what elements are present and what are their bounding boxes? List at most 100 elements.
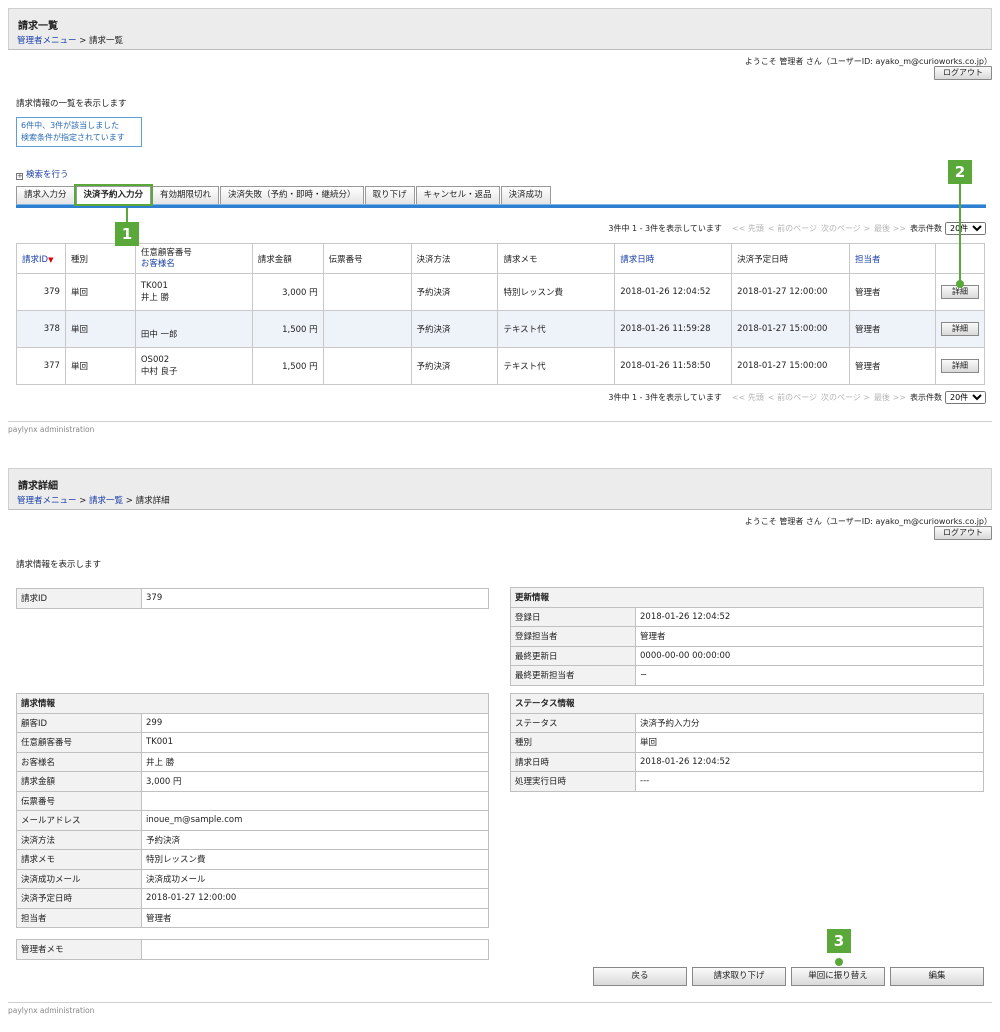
tab-expired[interactable]: 有効期限切れ xyxy=(152,186,220,204)
col-staff[interactable]: 担当者 xyxy=(849,243,936,274)
info-value: 379 xyxy=(141,588,489,609)
withdraw-button[interactable]: 請求取り下げ xyxy=(692,967,786,986)
tab-scheduled-payment[interactable]: 決済予約入力分 xyxy=(75,186,152,204)
breadcrumb-admin-menu-link[interactable]: 管理者メニュー xyxy=(17,36,77,46)
search-result-notice: 6件中、3件が該当しました 検索条件が指定されています xyxy=(16,117,142,147)
intro-text: 請求情報の一覧を表示します xyxy=(16,99,127,109)
cell-method: 予約決済 xyxy=(410,347,499,385)
cell-id: 377 xyxy=(16,347,66,385)
action-buttons: 戻る 請求取り下げ 単回に振り替え 編集 xyxy=(588,967,984,986)
breadcrumb-separator: > xyxy=(76,36,90,46)
info-row: お客様名 井上 勝 xyxy=(16,751,489,772)
info-row: 登録日 2018-01-26 12:04:52 xyxy=(510,606,984,627)
info-row: 決済成功メール 決済成功メール xyxy=(16,868,489,889)
per-page-select[interactable]: 20件 xyxy=(945,391,986,404)
switch-to-single-button[interactable]: 単回に振り替え xyxy=(791,967,885,986)
col-date[interactable]: 請求日時 xyxy=(614,243,733,274)
tab-billing-input[interactable]: 請求入力分 xyxy=(16,186,75,204)
col-type: 種別 xyxy=(64,243,136,274)
edit-button[interactable]: 編集 xyxy=(890,967,984,986)
pager-summary: 3件中 1 - 3件を表示しています xyxy=(608,224,722,233)
section-heading: 更新情報 xyxy=(510,587,984,608)
cell-id: 378 xyxy=(16,310,66,348)
marker-1-badge: 1 xyxy=(115,222,139,246)
col-method: 決済方法 xyxy=(410,243,499,274)
breadcrumb: 管理者メニュー > 請求一覧 > 請求詳細 xyxy=(8,496,992,510)
cell-id: 379 xyxy=(16,273,66,311)
info-row: 請求金額 3,000 円 xyxy=(16,771,489,792)
pager-last: 最後 >> xyxy=(874,393,906,402)
per-page-label: 表示件数 xyxy=(910,393,942,402)
pager-next: 次のページ > xyxy=(820,393,871,402)
pager-first: << 先頭 xyxy=(731,393,764,402)
breadcrumb-current: 請求詳細 xyxy=(135,496,170,506)
info-row: 決済予定日時 2018-01-27 12:00:00 xyxy=(16,888,489,909)
marker-2-badge: 2 xyxy=(948,160,972,184)
page-title: 請求一覧 xyxy=(18,21,58,32)
cell-type: 単回 xyxy=(64,310,136,348)
detail-button[interactable]: 詳細 xyxy=(941,322,979,336)
breadcrumb-current: 請求一覧 xyxy=(89,36,124,46)
info-row: 請求日時 2018-01-26 12:04:52 xyxy=(510,751,984,772)
update-info-table: 更新情報 登録日 2018-01-26 12:04:52 登録担当者 管理者 最終更… xyxy=(510,587,984,686)
admin-memo-table: 管理者メモ xyxy=(16,939,489,960)
per-page-select[interactable]: 20件 xyxy=(945,222,986,235)
detail-button[interactable]: 詳細 xyxy=(941,359,979,373)
cell-scheduled: 2018-01-27 12:00:00 xyxy=(731,273,851,311)
search-toggle[interactable]: + 検索を行う xyxy=(16,168,69,180)
pager-top: 3件中 1 - 3件を表示しています << 先頭 < 前のページ 次のページ >… xyxy=(608,222,986,235)
info-row: 処理実行日時 --- xyxy=(510,771,984,792)
notice-line-2: 検索条件が指定されています xyxy=(21,133,125,142)
col-amount: 請求金額 xyxy=(251,243,324,274)
pager-prev: < 前のページ xyxy=(767,224,817,233)
cell-staff: 管理者 xyxy=(849,347,936,385)
breadcrumb-separator: > xyxy=(123,496,136,506)
info-row: 最終更新日 0000-00-00 00:00:00 xyxy=(510,645,984,666)
logout-button[interactable]: ログアウト xyxy=(934,526,992,540)
pager-first: << 先頭 xyxy=(731,224,764,233)
info-row: 伝票番号 xyxy=(16,790,489,811)
cell-date: 2018-01-26 12:04:52 xyxy=(614,273,733,311)
billing-info-table: 請求情報 顧客ID 299 任意顧客番号 TK001 お客様名 井上 勝 請求金額 3,… xyxy=(16,693,489,928)
col-id[interactable]: 請求ID▼ xyxy=(16,243,66,274)
marker-3-badge: 3 xyxy=(827,929,851,953)
cell-customer: TK001 井上 勝 xyxy=(134,273,253,311)
status-tabs: 請求入力分 決済予約入力分 有効期限切れ 決済失敗（予約・即時・継続分） 取り下… xyxy=(16,186,552,204)
col-scheduled: 決済予定日時 xyxy=(731,243,851,274)
info-row: 顧客ID 299 xyxy=(16,712,489,733)
tab-withdrawn[interactable]: 取り下げ xyxy=(364,186,415,204)
info-row: 管理者メモ xyxy=(16,939,489,960)
cell-action: 詳細 xyxy=(934,347,986,385)
col-cust-name[interactable]: お客様名 xyxy=(141,259,247,270)
pager-bottom: 3件中 1 - 3件を表示しています << 先頭 < 前のページ 次のページ >… xyxy=(608,391,986,404)
cell-method: 予約決済 xyxy=(410,310,499,348)
info-row: 最終更新担当者 − xyxy=(510,665,984,686)
info-row: ステータス 決済予約入力分 xyxy=(510,712,984,733)
section-heading: ステータス情報 xyxy=(510,693,984,714)
info-row: 決済方法 予約決済 xyxy=(16,829,489,850)
breadcrumb-list-link[interactable]: 請求一覧 xyxy=(89,496,123,506)
logout-button[interactable]: ログアウト xyxy=(934,66,992,80)
notice-line-1: 6件中、3件が該当しました xyxy=(21,121,120,130)
cell-type: 単回 xyxy=(64,347,136,385)
info-value xyxy=(141,939,489,960)
footer: paylynx administration xyxy=(8,421,992,434)
billing-id-table: 請求ID 379 xyxy=(16,588,489,609)
cell-scheduled: 2018-01-27 15:00:00 xyxy=(731,347,851,385)
cell-memo: テキスト代 xyxy=(497,310,616,348)
info-row: 請求ID 379 xyxy=(16,588,489,609)
back-button[interactable]: 戻る xyxy=(593,967,687,986)
cell-action: 詳細 xyxy=(934,310,986,348)
tab-payment-success[interactable]: 決済成功 xyxy=(500,186,551,204)
cell-scheduled: 2018-01-27 15:00:00 xyxy=(731,310,851,348)
info-row: 担当者 管理者 xyxy=(16,907,489,928)
tab-cancel-return[interactable]: キャンセル・返品 xyxy=(415,186,500,204)
pager-last: 最後 >> xyxy=(874,224,906,233)
tab-underline-bar xyxy=(16,204,986,208)
breadcrumb-admin-menu-link[interactable]: 管理者メニュー xyxy=(17,496,77,506)
per-page-label: 表示件数 xyxy=(910,224,942,233)
cell-method: 予約決済 xyxy=(410,273,499,311)
tab-payment-failed[interactable]: 決済失敗（予約・即時・継続分） xyxy=(220,186,364,204)
cell-memo: 特別レッスン費 xyxy=(497,273,616,311)
intro-text: 請求情報を表示します xyxy=(16,560,102,570)
